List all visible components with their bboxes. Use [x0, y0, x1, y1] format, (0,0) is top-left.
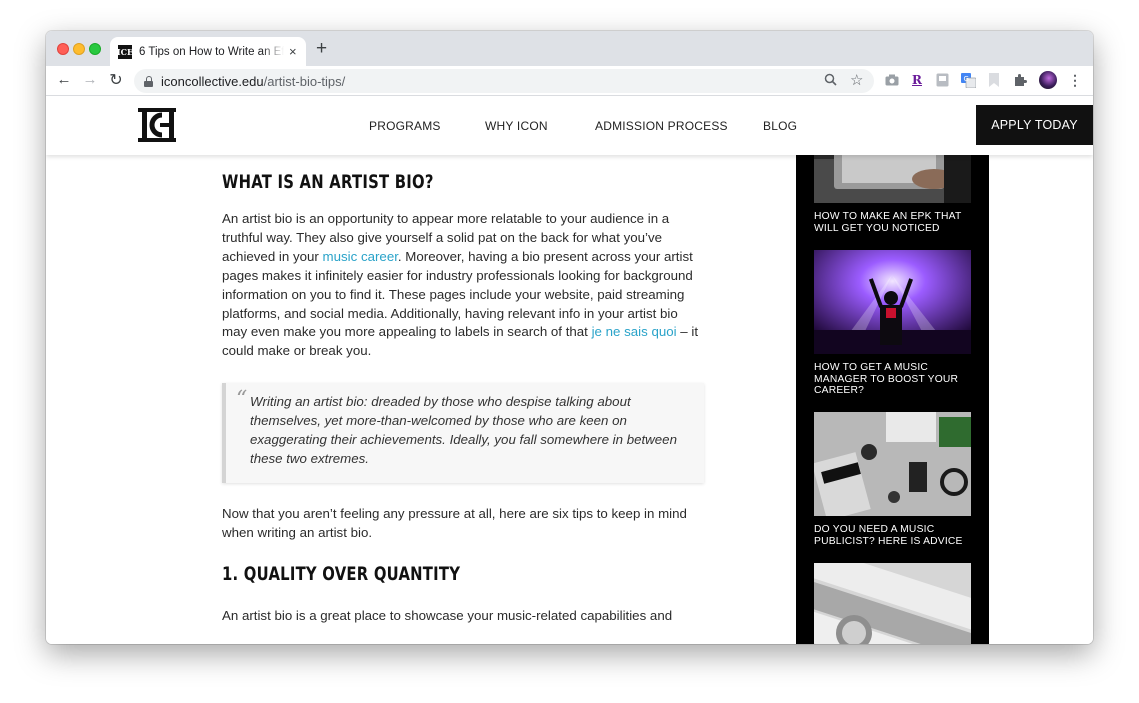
quote-text: Writing an artist bio: dreaded by those … — [250, 394, 677, 466]
nav-programs[interactable]: PROGRAMS — [369, 119, 441, 133]
camera-extension-icon[interactable] — [884, 72, 900, 88]
paragraph-no-pressure: Now that you aren’t feeling any pressure… — [222, 505, 687, 540]
post-title[interactable]: DO YOU NEED A MUSIC PUBLICIST? HERE IS A… — [814, 524, 971, 547]
nav-blog[interactable]: BLOG — [763, 119, 797, 133]
link-music-career[interactable]: music career — [323, 249, 398, 264]
close-window-button[interactable] — [57, 43, 69, 55]
profile-avatar[interactable] — [1039, 71, 1057, 89]
related-post-card[interactable] — [814, 563, 971, 644]
web-page: PROGRAMS WHY ICON ADMISSION PROCESS BLOG… — [46, 96, 1093, 644]
tab-title: 6 Tips on How to Write an Effective Arti… — [139, 45, 284, 58]
r-extension-icon[interactable]: R — [909, 72, 925, 88]
site-favicon-icon: ICE — [116, 44, 134, 59]
new-tab-icon[interactable]: + — [316, 38, 327, 60]
paragraph-quality: An artist bio is a great place to showca… — [222, 607, 673, 623]
related-post-card[interactable]: HOW TO GET A MUSIC MANAGER TO BOOST YOUR… — [814, 250, 971, 397]
bookmark-star-icon[interactable]: ☆ — [850, 71, 863, 89]
site-header: PROGRAMS WHY ICON ADMISSION PROCESS BLOG… — [46, 96, 1093, 155]
post-thumbnail-money[interactable] — [814, 563, 971, 644]
post-title[interactable]: HOW TO GET A MUSIC MANAGER TO BOOST YOUR… — [814, 362, 971, 397]
maximize-window-button[interactable] — [89, 43, 101, 55]
lock-icon — [144, 75, 153, 87]
browser-tab[interactable]: ICE 6 Tips on How to Write an Effective … — [110, 37, 306, 66]
reload-icon[interactable]: ↻ — [107, 70, 125, 90]
browser-toolbar: ← → ↻ iconcollective.edu/artist-bio-tips… — [46, 66, 1093, 96]
translate-extension-icon[interactable]: G — [960, 72, 976, 88]
quote-mark-icon: “ — [236, 387, 248, 413]
related-posts-sidebar: HOW TO MAKE AN EPK THAT WILL GET YOU NOT… — [796, 99, 989, 644]
url-text[interactable]: iconcollective.edu/artist-bio-tips/ — [161, 74, 345, 89]
tab-strip: ICE 6 Tips on How to Write an Effective … — [46, 31, 1093, 66]
url-path: /artist-bio-tips/ — [263, 73, 346, 89]
post-title[interactable]: HOW TO MAKE AN EPK THAT WILL GET YOU NOT… — [814, 211, 971, 234]
nav-why-icon[interactable]: WHY ICON — [485, 119, 548, 133]
extensions-puzzle-icon[interactable] — [1012, 72, 1028, 88]
back-arrow-icon[interactable]: ← — [55, 71, 73, 88]
bookmark-extension-icon[interactable] — [986, 72, 1002, 88]
heading-what-is-artist-bio: WHAT IS AN ARTIST BIO? — [222, 171, 434, 193]
svg-text:G: G — [963, 75, 968, 83]
post-thumbnail-flatlay[interactable] — [814, 412, 971, 516]
address-bar[interactable]: iconcollective.edu/artist-bio-tips/ ☆ — [134, 69, 874, 93]
link-je-ne-sais-quoi[interactable]: je ne sais quoi — [592, 324, 677, 339]
menu-kebab-icon[interactable]: ⋮ — [1067, 72, 1083, 88]
icon-collective-logo[interactable] — [138, 106, 176, 144]
post-thumbnail-concert[interactable] — [814, 250, 971, 354]
url-domain: iconcollective.edu — [161, 73, 264, 89]
paragraph-intro: An artist bio is an opportunity to appea… — [222, 210, 704, 361]
blockquote: “ Writing an artist bio: dreaded by thos… — [222, 383, 704, 483]
tab-close-icon[interactable]: × — [289, 44, 297, 59]
save-extension-icon[interactable] — [934, 72, 950, 88]
forward-arrow-icon[interactable]: → — [81, 71, 99, 88]
nav-admission-process[interactable]: ADMISSION PROCESS — [595, 119, 728, 133]
zoom-icon[interactable] — [824, 73, 837, 89]
heading-quality-over-quantity: 1. QUALITY OVER QUANTITY — [222, 562, 461, 585]
article-content: WHAT IS AN ARTIST BIO? An artist bio is … — [222, 155, 704, 626]
apply-today-button[interactable]: APPLY TODAY — [976, 105, 1093, 145]
minimize-window-button[interactable] — [73, 43, 85, 55]
browser-window: ICE 6 Tips on How to Write an Effective … — [46, 31, 1093, 644]
related-post-card[interactable]: DO YOU NEED A MUSIC PUBLICIST? HERE IS A… — [814, 412, 971, 547]
